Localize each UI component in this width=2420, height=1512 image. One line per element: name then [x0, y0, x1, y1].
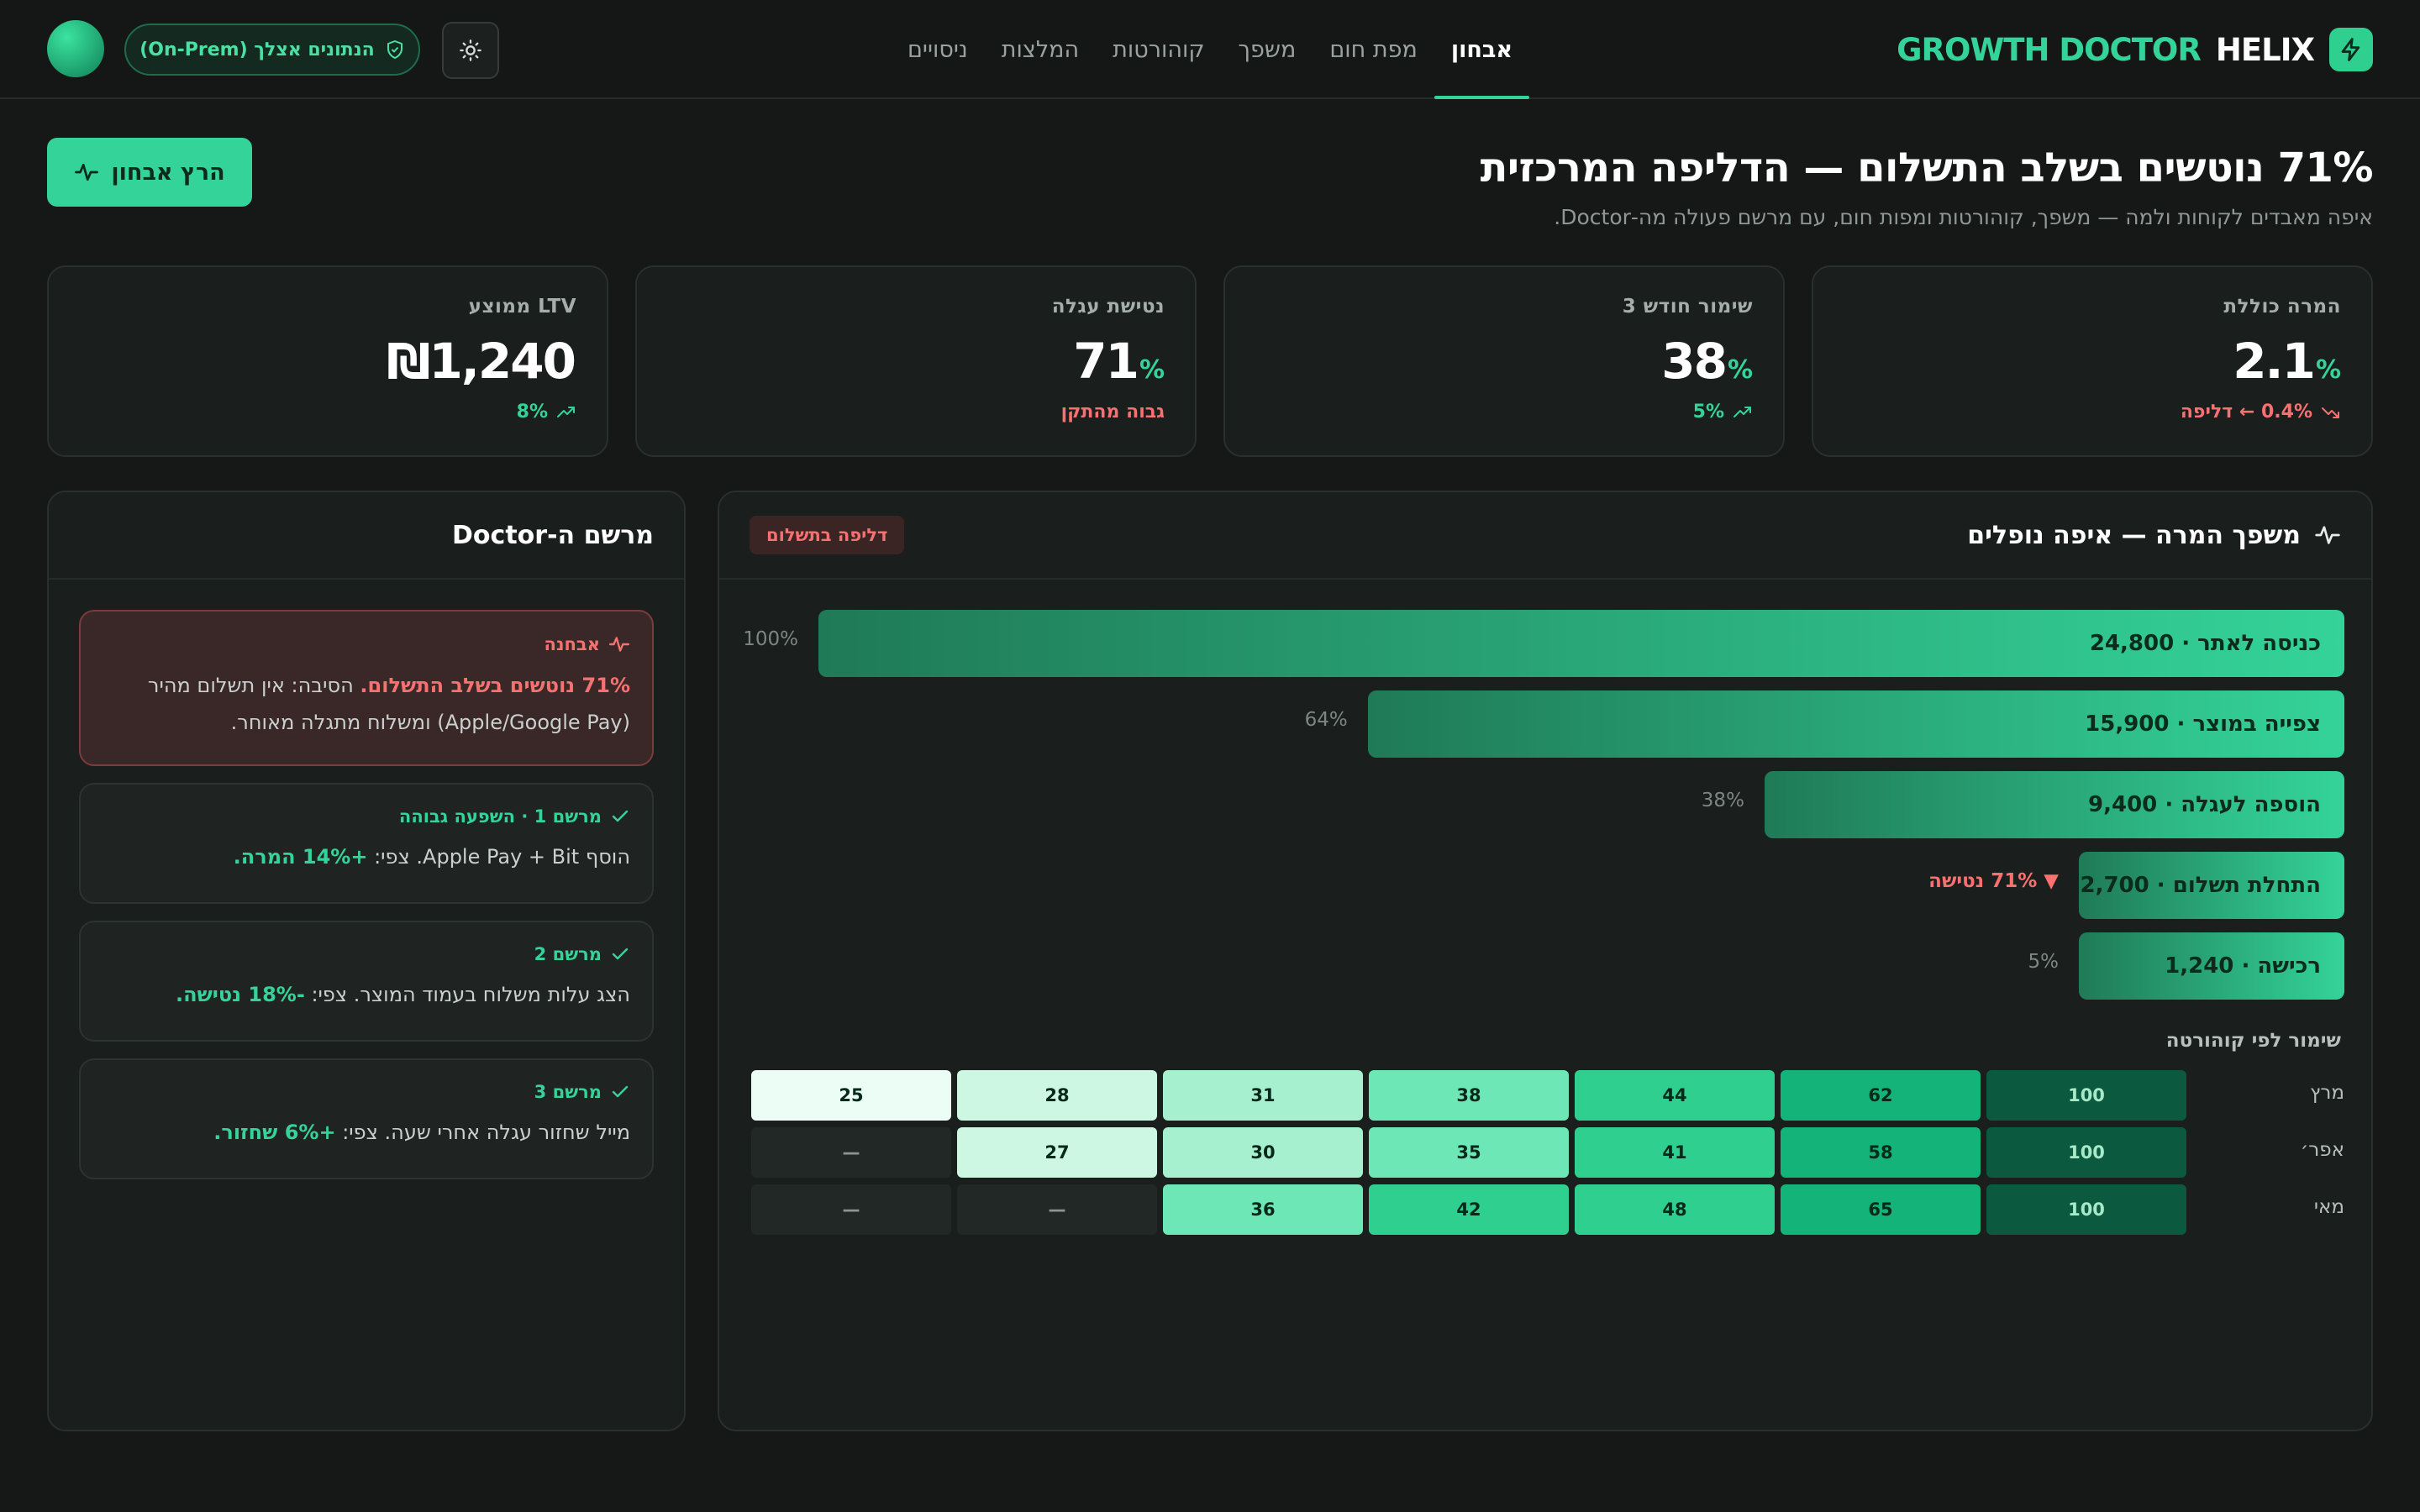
prescription-highlight: +6% שחזור. — [213, 1121, 336, 1144]
prescription-card-2[interactable]: מרשם 2 הצג עלות משלוח בעמוד המוצר. צפי: … — [79, 921, 654, 1042]
on-prem-label: הנתונים אצלך (On-Prem) — [139, 39, 375, 60]
prescription-highlight: -18% נטישה. — [175, 983, 305, 1006]
kpi-foot: גבוה מהתקן — [1060, 402, 1165, 423]
diagnosis-highlight: 71% נוטשים בשלב התשלום. — [360, 674, 630, 697]
cohort-cell[interactable]: — — [957, 1184, 1157, 1235]
prescription-card-3[interactable]: מרשם 3 מייל שחזור עגלה אחרי שעה. צפי: +6… — [79, 1058, 654, 1179]
funnel-panel: משפך המרה — איפה נופלים דליפה בתשלום כני… — [718, 491, 2373, 1431]
prescription-tag: מרשם 3 — [534, 1082, 602, 1102]
cohort-cell[interactable]: — — [751, 1127, 951, 1178]
cohort-row-label: מרץ — [2309, 1082, 2344, 1104]
cohort-cell[interactable]: 65 — [1781, 1184, 1981, 1235]
cohort-row-label: מאי — [2313, 1196, 2344, 1218]
trend-down-icon — [2321, 402, 2341, 423]
kpi-card-ltv: LTV ממוצע ₪1,240 8% — [47, 265, 608, 457]
diagnosis-card[interactable]: אבחנה 71% נוטשים בשלב התשלום. הסיבה: אין… — [79, 610, 654, 766]
brand-word-green: GROWTH DOCTOR — [1897, 31, 2202, 68]
doctor-title: מרשם ה-Doctor — [452, 520, 654, 550]
kpi-foot: 5% — [1692, 402, 1724, 423]
kpi-label: שימור חודש 3 — [1622, 296, 1753, 318]
tab-funnel[interactable]: משפך — [1222, 0, 1313, 99]
brand-word-white: HELIX — [2215, 31, 2315, 68]
cohort-cell[interactable]: 41 — [1575, 1127, 1775, 1178]
cohort-cell[interactable]: — — [751, 1184, 951, 1235]
bolt-icon — [2329, 28, 2373, 71]
page-title: 71% נוטשים בשלב התשלום — הדליפה המרכזית — [1480, 144, 2374, 192]
prescription-card-1[interactable]: מרשם 1 · השפעה גבוהה הוסף Apple Pay + Bi… — [79, 783, 654, 904]
trend-up-icon — [1733, 402, 1753, 423]
brand-logo[interactable]: HELIX GROWTH DOCTOR — [1897, 27, 2373, 72]
cohort-table: מרץ 100 62 44 38 31 28 25 אפר׳ 100 58 41 35 30 27— מאי 1… — [719, 492, 2371, 1430]
prescription-text: מייל שחזור עגלה אחרי שעה. צפי: — [335, 1121, 630, 1144]
kpi-value: ₪1,240 — [387, 333, 576, 390]
pulse-icon — [74, 160, 99, 185]
kpi-unit: % — [1139, 355, 1165, 385]
cohort-cell[interactable]: 35 — [1369, 1127, 1569, 1178]
cohort-row-label: אפר׳ — [2300, 1139, 2344, 1161]
prescription-text: הוסף Apple Pay + Bit. צפי: — [367, 845, 630, 869]
cohort-cell[interactable]: 58 — [1781, 1127, 1981, 1178]
trend-up-icon — [556, 402, 576, 423]
kpi-card-conversion: המרה כוללת 2.1% 0.4% ← דליפה — [1812, 265, 2373, 457]
kpi-card-cart-abandonment: נטישת עגלה 71% גבוה מהתקן — [635, 265, 1197, 457]
tab-cohorts[interactable]: קוהורטות — [1096, 0, 1221, 99]
diagnosis-tag: אבחנה — [544, 634, 600, 654]
check-icon — [610, 1082, 630, 1102]
shield-check-icon — [385, 39, 405, 60]
on-prem-badge[interactable]: הנתונים אצלך (On-Prem) — [124, 24, 420, 76]
doctor-panel: מרשם ה-Doctor אבחנה 71% נוטשים בשלב התשל… — [47, 491, 686, 1431]
cohort-cell[interactable]: 100 — [1986, 1070, 2186, 1121]
kpi-value: 2.1 — [2233, 333, 2316, 390]
pulse-icon — [608, 633, 630, 655]
cohort-cell[interactable]: 42 — [1369, 1184, 1569, 1235]
kpi-unit: % — [1727, 355, 1753, 385]
tab-heatmap[interactable]: מפת חום — [1313, 0, 1434, 99]
prescription-tag: מרשם 1 · השפעה גבוהה — [398, 806, 602, 827]
cohort-cell[interactable]: 48 — [1575, 1184, 1775, 1235]
kpi-label: נטישת עגלה — [1051, 296, 1165, 318]
kpi-card-retention: שימור חודש 3 38% 5% — [1223, 265, 1785, 457]
top-bar: HELIX GROWTH DOCTOR אבחון מפת חום משפך ק… — [0, 0, 2420, 99]
sun-icon — [459, 39, 482, 62]
run-diagnosis-button[interactable]: הרץ אבחון — [47, 138, 252, 207]
cohort-cell[interactable]: 36 — [1163, 1184, 1363, 1235]
cohort-cell[interactable]: 30 — [1163, 1127, 1363, 1178]
tab-recommendations[interactable]: המלצות — [985, 0, 1096, 99]
kpi-unit: % — [2315, 355, 2341, 385]
cohort-cell[interactable]: 62 — [1781, 1070, 1981, 1121]
main-nav: אבחון מפת חום משפך קוהורטות המלצות ניסוי… — [874, 0, 1546, 99]
cohort-cell[interactable]: 38 — [1369, 1070, 1569, 1121]
cohort-cell[interactable]: 100 — [1986, 1184, 2186, 1235]
page-subtitle: איפה מאבדים לקוחות ולמה — משפך, קוהורטות… — [1554, 205, 2373, 229]
check-icon — [610, 806, 630, 827]
kpi-foot: 0.4% ← דליפה — [2180, 402, 2312, 423]
prescription-tag: מרשם 2 — [534, 944, 602, 964]
cohort-cell[interactable]: 100 — [1986, 1127, 2186, 1178]
kpi-label: LTV ממוצע — [468, 296, 576, 318]
tab-diagnosis[interactable]: אבחון — [1434, 0, 1530, 99]
prescription-text: הצג עלות משלוח בעמוד המוצר. צפי: — [304, 983, 630, 1006]
run-diagnosis-label: הרץ אבחון — [111, 159, 225, 186]
kpi-value: 71 — [1073, 333, 1139, 390]
kpi-label: המרה כוללת — [2223, 296, 2341, 318]
cohort-cell[interactable]: 31 — [1163, 1070, 1363, 1121]
kpi-foot: 8% — [516, 402, 548, 423]
theme-toggle-button[interactable] — [442, 22, 499, 79]
cohort-cell[interactable]: 27 — [957, 1127, 1157, 1178]
check-icon — [610, 944, 630, 964]
kpi-value: 38 — [1661, 333, 1728, 390]
tab-experiments[interactable]: ניסויים — [891, 0, 985, 99]
prescription-highlight: +14% המרה. — [233, 845, 368, 869]
cohort-cell[interactable]: 28 — [957, 1070, 1157, 1121]
cohort-cell[interactable]: 25 — [751, 1070, 951, 1121]
avatar[interactable] — [47, 20, 104, 77]
cohort-cell[interactable]: 44 — [1575, 1070, 1775, 1121]
